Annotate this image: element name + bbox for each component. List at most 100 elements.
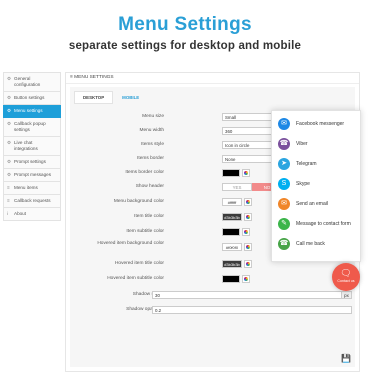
sidebar-item[interactable]: ⚙ Menu settings (3, 105, 61, 118)
menu-width-row: Menu width 360 px (70, 126, 294, 136)
shadow-size-input[interactable]: 30 (152, 291, 342, 299)
items-style-label: Items style (141, 142, 164, 147)
preview-menu-item[interactable]: ☎ Viber (278, 137, 308, 151)
info-icon: i (7, 211, 9, 216)
preview-item-label: Facebook messenger (296, 121, 345, 127)
preview-menu-item[interactable]: S Skype (278, 177, 310, 191)
items-border-color-swatch[interactable] (222, 169, 240, 177)
shadow-size-row: Shadow size 30 px (70, 290, 355, 300)
item-subtitle-color-label: Item subtitle color (126, 229, 164, 234)
sidebar-item-label: Menu items (14, 185, 38, 190)
menu-size-label: Menu size (142, 114, 164, 119)
gear-icon: ⚙ (7, 76, 12, 81)
panel-header: ≡ MENU SETTINGS (66, 73, 359, 84)
contact-us-label: Contact us (337, 279, 355, 283)
gear-icon: ⚙ (7, 159, 12, 164)
hovered-bg-color-swatch[interactable]: #f0f0f0 (222, 243, 242, 251)
color-picker-icon[interactable] (242, 275, 250, 283)
items-border-color-row: Items border color (70, 168, 270, 178)
preview-menu-item[interactable]: ✎ Message to contact form (278, 217, 351, 231)
contact-us-button[interactable]: 🗨 Contact us (332, 263, 360, 291)
sidebar-item[interactable]: ⚙ General configuration (3, 72, 61, 92)
email-icon: ✉ (278, 198, 290, 210)
sidebar-item-label: Live chat integrations (14, 140, 38, 151)
tab-mobile[interactable]: MOBILE (113, 91, 148, 104)
preview-menu-item[interactable]: ☎ Call me back (278, 237, 325, 251)
preview-item-label: Viber (296, 141, 308, 147)
menu-bg-color-label: Menu background color (113, 199, 164, 204)
hovered-title-color-swatch[interactable]: #3b3b3b (222, 260, 242, 268)
preview-item-label: Call me back (296, 241, 325, 247)
messenger-icon: ✉ (278, 118, 290, 130)
sidebar-item[interactable]: i About (3, 208, 61, 221)
shadow-opacity-row: Shadow opacity 0.2 (70, 305, 355, 315)
sidebar-item[interactable]: ⚙ Live chat integrations (3, 137, 61, 156)
sidebar-item-label: Callback requests (14, 198, 51, 203)
chat-icon: 🗨 (340, 268, 352, 278)
sidebar-item[interactable]: ⚙ Button settings (3, 92, 61, 105)
sidebar-item[interactable]: ≡ Menu items (3, 182, 61, 195)
show-header-label: Show header (135, 184, 164, 189)
gear-icon: ⚙ (7, 121, 12, 126)
preview-item-label: Skype (296, 181, 310, 187)
hovered-bg-color-row: Hovered item background color #f0f0f0 (70, 241, 270, 255)
sidebar-item-label: Callback popup settings (14, 121, 46, 132)
list-icon: ≡ (70, 75, 73, 80)
telegram-icon: ➤ (278, 158, 290, 170)
hovered-title-color-row: Hovered item title color #3b3b3b (70, 259, 270, 269)
preview-menu-item[interactable]: ✉ Facebook messenger (278, 117, 344, 131)
gear-icon: ⚙ (7, 108, 12, 113)
hovered-title-color-label: Hovered item title color (114, 261, 164, 266)
hovered-subtitle-color-row: Hovered item subtitle color (70, 274, 270, 284)
items-style-row: Items style Icon in circle (70, 140, 294, 150)
menu-bg-color-swatch[interactable]: #ffffff (222, 198, 242, 206)
page-title: Menu Settings (118, 14, 252, 35)
preview-menu-item[interactable]: ✉ Send an email (278, 197, 328, 211)
sidebar-item[interactable]: ⚙ Prompt messages (3, 169, 61, 182)
hovered-bg-color-label: Hovered item background color (97, 241, 164, 246)
hovered-subtitle-color-swatch[interactable] (222, 275, 240, 283)
menu-width-label: Menu width (139, 128, 164, 133)
item-subtitle-color-swatch[interactable] (222, 228, 240, 236)
items-border-label: Items border (137, 156, 164, 161)
item-title-color-swatch[interactable]: #3b3b3b (222, 213, 242, 221)
list-icon: ≡ (7, 185, 10, 190)
items-border-color-label: Items border color (125, 170, 164, 175)
skype-icon: S (278, 178, 290, 190)
gear-icon: ⚙ (7, 95, 12, 100)
toggle-yes[interactable]: YES (222, 183, 252, 191)
items-border-row: Items border None (70, 154, 294, 164)
gear-icon: ⚙ (7, 172, 12, 177)
sidebar-item[interactable]: ⚙ Prompt settings (3, 156, 61, 169)
item-title-color-label: Item title color (134, 214, 164, 219)
gear-icon: ⚙ (7, 140, 12, 145)
sidebar-item[interactable]: ⚙ Callback popup settings (3, 118, 61, 137)
color-picker-icon[interactable] (244, 213, 252, 221)
item-title-color-row: Item title color #3b3b3b (70, 212, 270, 222)
color-picker-icon[interactable] (244, 198, 252, 206)
sidebar-item-label: Button settings (14, 95, 45, 100)
tab-bar: DESKTOP MOBILE (74, 91, 148, 104)
panel-title: MENU SETTINGS (74, 75, 114, 80)
sidebar-item-label: Menu settings (14, 108, 43, 113)
color-picker-icon[interactable] (242, 228, 250, 236)
show-header-row: Show header YES NO (70, 182, 282, 192)
color-picker-icon[interactable] (242, 169, 250, 177)
preview-menu-item[interactable]: ➤ Telegram (278, 157, 317, 171)
contact-form-icon: ✎ (278, 218, 290, 230)
preview-item-label: Telegram (296, 161, 317, 167)
phone-icon: ☎ (278, 238, 290, 250)
save-icon[interactable]: 💾 (341, 354, 351, 364)
color-picker-icon[interactable] (244, 260, 252, 268)
sidebar-item-label: About (14, 211, 27, 216)
preview-item-label: Send an email (296, 201, 328, 207)
shadow-size-unit: px (342, 291, 352, 299)
item-subtitle-color-row: Item subtitle color (70, 227, 270, 237)
menu-size-row: Menu size Small (70, 112, 294, 122)
sidebar-item[interactable]: ≡ Callback requests (3, 195, 61, 208)
shadow-opacity-input[interactable]: 0.2 (152, 306, 352, 314)
color-picker-icon[interactable] (244, 243, 252, 251)
tab-desktop[interactable]: DESKTOP (74, 91, 114, 104)
list-icon: ≡ (7, 198, 10, 203)
menu-bg-color-row: Menu background color #ffffff (70, 197, 270, 207)
